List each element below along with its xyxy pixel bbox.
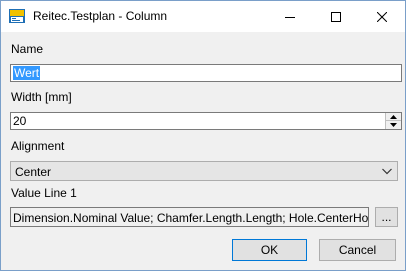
minimize-button[interactable] <box>267 1 313 32</box>
reitec-app-icon <box>9 9 25 23</box>
dialog-window: Reitec.Testplan - Column Name Wert Width… <box>0 0 406 271</box>
maximize-button[interactable] <box>313 1 359 32</box>
value-line-label: Value Line 1 <box>11 186 77 200</box>
width-stepper-value: 20 <box>13 114 27 128</box>
ok-button[interactable]: OK <box>232 239 307 261</box>
cancel-button[interactable]: Cancel <box>319 239 396 261</box>
dialog-content: Name Wert Width [mm] 20 Alignment Center… <box>1 32 405 270</box>
value-line-field[interactable]: Dimension.Nominal Value; Chamfer.Length.… <box>10 207 369 227</box>
alignment-label: Alignment <box>11 139 65 153</box>
width-label: Width [mm] <box>11 90 72 104</box>
browse-value-line-button[interactable]: ... <box>375 207 398 227</box>
name-input[interactable]: Wert <box>10 64 402 82</box>
name-label: Name <box>11 42 44 56</box>
name-input-value: Wert <box>13 66 41 80</box>
close-icon <box>377 11 387 22</box>
arrow-up-icon <box>390 114 397 119</box>
width-stepper[interactable]: 20 <box>10 112 402 130</box>
close-button[interactable] <box>359 1 405 32</box>
alignment-selected-value: Center <box>15 165 52 179</box>
title-bar: Reitec.Testplan - Column <box>1 1 405 32</box>
chevron-down-icon <box>382 168 392 175</box>
value-line-text: Dimension.Nominal Value; Chamfer.Length.… <box>13 211 369 225</box>
minimize-icon <box>285 16 295 18</box>
arrow-down-icon <box>390 123 397 127</box>
alignment-dropdown[interactable]: Center <box>10 161 398 181</box>
maximize-icon <box>331 11 341 22</box>
width-decrement-button[interactable] <box>386 121 401 129</box>
width-spin-buttons <box>385 113 401 129</box>
window-title: Reitec.Testplan - Column <box>33 9 168 23</box>
width-increment-button[interactable] <box>386 113 401 121</box>
